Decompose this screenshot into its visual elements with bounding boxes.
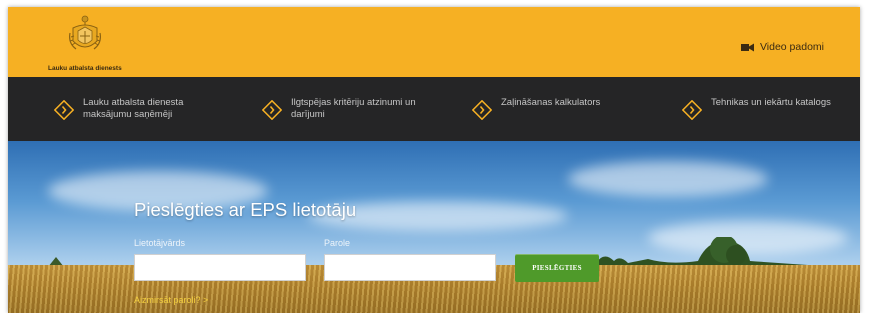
logo-text: Lauku atbalsta dienests [48, 65, 122, 72]
nav-item-machinery-catalog[interactable]: Tehnikas un iekārtu katalogs [682, 97, 841, 120]
main-navigation: Lauku atbalsta dienesta maksājumu saņēmē… [8, 77, 860, 141]
video-tips-link[interactable]: Video padomi [740, 41, 824, 53]
forgot-password-link[interactable]: Aizmirsāt paroli? > [134, 295, 208, 305]
video-tips-label: Video padomi [759, 41, 824, 53]
username-label: Lietotājvārds [134, 238, 186, 248]
login-title: Pieslēgties ar EPS lietotāju [134, 199, 357, 220]
cloud [568, 161, 768, 197]
chevron-right-diamond-icon [54, 100, 74, 120]
login-button[interactable]: PIESLĒGTIES [515, 254, 599, 282]
hero-banner: Pieslēgties ar EPS lietotāju Lietotājvār… [8, 141, 860, 313]
username-input[interactable] [134, 254, 306, 281]
site-logo[interactable]: Lauku atbalsta dienests [46, 13, 122, 77]
chevron-right-diamond-icon [262, 100, 282, 120]
nav-item-label: Lauku atbalsta dienesta maksājumu saņēmē… [83, 97, 184, 120]
nav-item-sustainability-criteria[interactable]: Ilgtspējas kritēriju atzinumi un darījum… [262, 97, 421, 121]
chevron-right-diamond-icon [472, 100, 492, 120]
password-label: Parole [324, 238, 351, 248]
password-input[interactable] [324, 254, 496, 281]
nav-item-label: Zaļināšanas kalkulators [501, 97, 601, 108]
video-camera-icon [740, 43, 754, 51]
site-header: Lauku atbalsta dienests Video padomi [8, 7, 860, 77]
nav-item-payment-recipients[interactable]: Lauku atbalsta dienesta maksājumu saņēmē… [54, 97, 213, 121]
nav-item-greening-calculator[interactable]: Zaļināšanas kalkulators [472, 97, 631, 120]
chevron-right-diamond-icon [682, 100, 702, 120]
page-frame: Lauku atbalsta dienests Video padomi Lau… [8, 7, 860, 313]
nav-item-label: Tehnikas un iekārtu katalogs [711, 97, 831, 108]
nav-item-label: Ilgtspējas kritēriju atzinumi un darījum… [291, 97, 416, 120]
coat-of-arms-icon [69, 15, 101, 50]
